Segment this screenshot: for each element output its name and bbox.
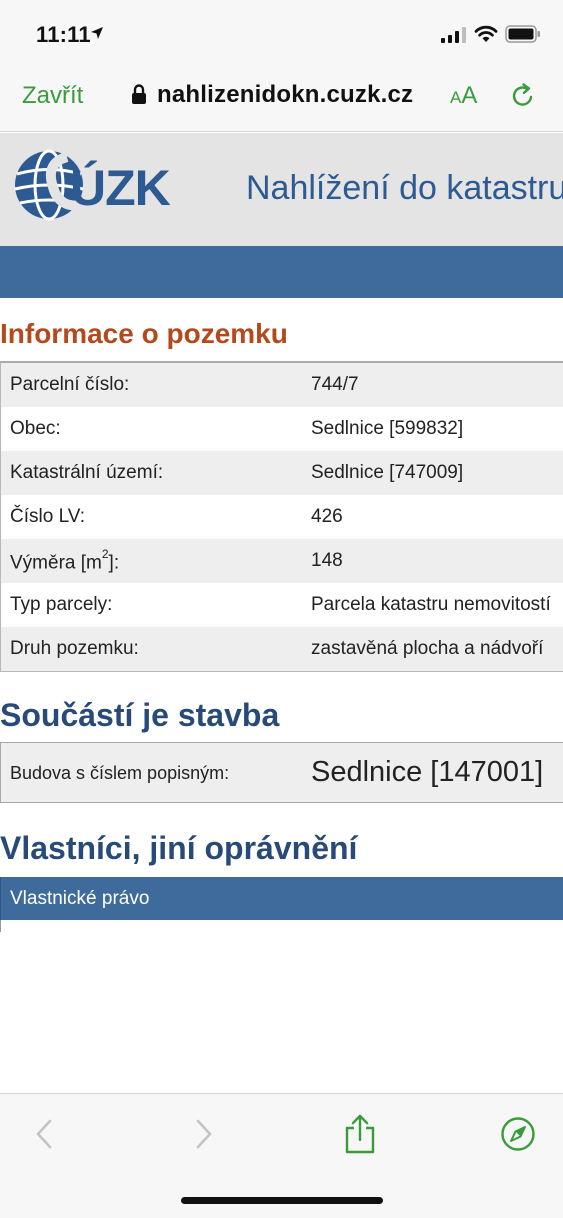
row-label: Typ parcely: <box>10 594 113 615</box>
battery-icon <box>505 25 540 43</box>
row-value[interactable]: 426 <box>311 506 343 528</box>
parcel-info-heading: Informace o pozemku <box>0 318 288 349</box>
location-arrow-icon <box>91 27 103 39</box>
row-value: 148 <box>311 550 343 571</box>
compass-icon[interactable] <box>500 1116 536 1152</box>
site-title: Nahlížení do katastru nemovitostí <box>246 169 563 207</box>
share-icon[interactable] <box>344 1114 376 1154</box>
building-label: Budova s číslem popisným: <box>10 763 230 783</box>
owners-table-header-label: Vlastnické právo <box>10 888 150 909</box>
browser-toolbar: Zavřít nahlizenidokn.cuzk.cz AA <box>0 62 563 132</box>
row-label: Parcelní číslo: <box>10 374 130 395</box>
back-arrow-icon[interactable] <box>34 1118 56 1150</box>
site-header: ÚZK Nahlížení do katastru nemovitostí <box>0 133 563 246</box>
divider <box>0 920 1 932</box>
lock-icon <box>132 84 146 104</box>
status-bar: 11:11 <box>0 0 563 62</box>
status-time: 11:11 <box>36 22 91 47</box>
row-value[interactable]: Sedlnice [747009] <box>311 462 463 484</box>
row-value[interactable]: Sedlnice [599832] <box>311 418 463 440</box>
table-row: Druh pozemku: zastavěná plocha a nádvoří <box>1 627 563 671</box>
parcel-info-table: Parcelní číslo: 744/7 Obec: Sedlnice [59… <box>0 361 563 672</box>
wifi-icon <box>474 25 498 42</box>
row-value: zastavěná plocha a nádvoří <box>311 638 544 659</box>
row-label: Číslo LV: <box>10 506 85 527</box>
signal-bars-icon <box>441 27 466 43</box>
row-label-text: Výměra [m <box>10 552 102 574</box>
text-size-big-label: A <box>461 82 478 109</box>
row-label: Katastrální území: <box>10 462 164 483</box>
owners-heading: Vlastníci, jiní oprávnění <box>0 830 358 866</box>
close-button[interactable]: Zavřít <box>22 82 83 110</box>
row-value: 744/7 <box>311 374 359 395</box>
building-box: Budova s číslem popisným: Sedlnice [1470… <box>0 742 563 803</box>
row-label-end: ]: <box>108 552 120 574</box>
navigation-band <box>0 246 563 298</box>
table-row: Obec: Sedlnice [599832] <box>1 407 563 451</box>
row-value: Parcela katastru nemovitostí <box>311 594 551 615</box>
row-label: Výměra [m2]: <box>10 547 120 574</box>
logo-text: ÚZK <box>70 160 171 216</box>
home-indicator[interactable] <box>181 1197 383 1204</box>
table-row: Číslo LV: 426 <box>1 495 563 539</box>
table-row: Katastrální území: Sedlnice [747009] <box>1 451 563 495</box>
table-row: Parcelní číslo: 744/7 <box>1 363 563 407</box>
url-field[interactable]: nahlizenidokn.cuzk.cz <box>157 81 413 109</box>
owners-table-header: Vlastnické právo <box>0 877 563 920</box>
forward-arrow-icon[interactable] <box>192 1118 214 1150</box>
building-value[interactable]: Sedlnice [147001] <box>311 756 543 789</box>
text-size-button[interactable]: AA <box>450 82 477 110</box>
text-size-small-label: A <box>450 88 462 107</box>
table-row: Výměra [m2]: 148 <box>1 539 563 583</box>
row-label: Druh pozemku: <box>10 638 139 659</box>
reload-icon[interactable] <box>509 82 537 110</box>
table-row: Typ parcely: Parcela katastru nemovitost… <box>1 583 563 627</box>
row-label: Obec: <box>10 418 61 439</box>
building-heading: Součástí je stavba <box>0 697 280 733</box>
row-label-superscript: 2 <box>101 547 109 561</box>
